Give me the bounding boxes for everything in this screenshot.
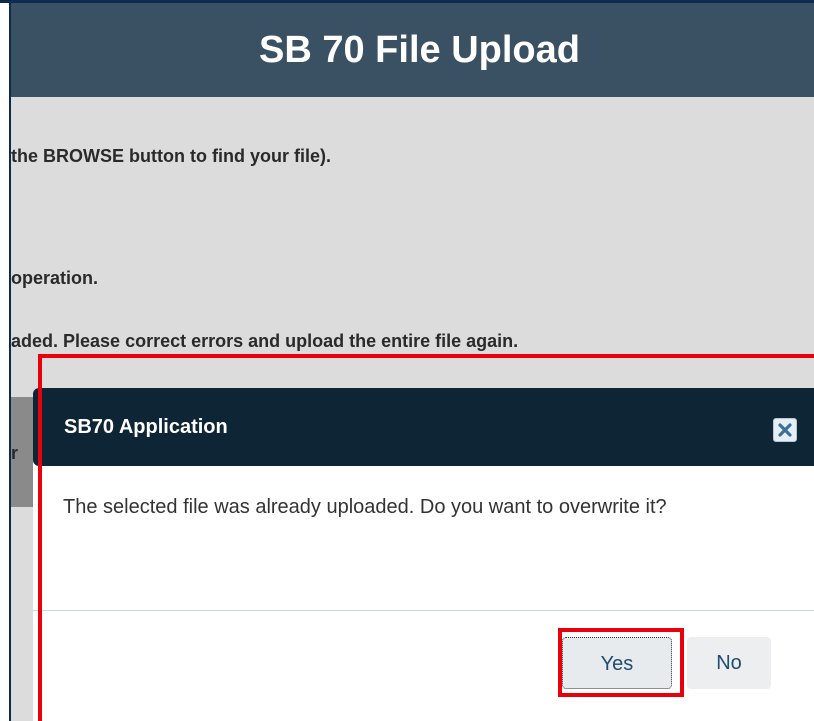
instruction-browse: the BROWSE button to find your file). [11, 146, 331, 166]
no-button[interactable]: No [687, 637, 771, 689]
window-left-edge [0, 0, 11, 721]
screen: SB 70 File Upload the BROWSE button to f… [0, 0, 814, 721]
close-icon[interactable] [773, 418, 797, 442]
dialog-message: The selected file was already uploaded. … [63, 496, 667, 518]
dialog-divider [33, 610, 814, 611]
confirm-dialog: SB70 Application The selected file was a… [33, 388, 814, 721]
page-title: SB 70 File Upload [11, 3, 814, 97]
instruction-errors: aded. Please correct errors and upload t… [11, 331, 519, 351]
window-top-edge [0, 0, 814, 3]
instruction-operation: operation. [11, 268, 99, 288]
dialog-header: SB70 Application [33, 388, 814, 466]
background-table-text: r [11, 443, 19, 463]
dialog-title: SB70 Application [64, 416, 228, 438]
yes-button[interactable]: Yes [562, 637, 672, 689]
upload-page: SB 70 File Upload the BROWSE button to f… [11, 3, 814, 721]
